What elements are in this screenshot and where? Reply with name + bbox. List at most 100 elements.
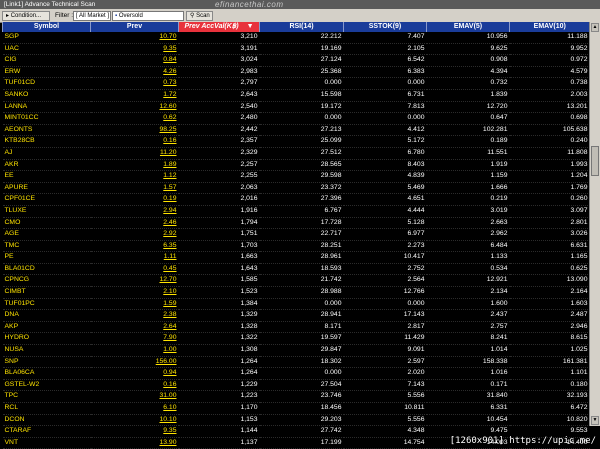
cell-symbol[interactable]: ERW bbox=[2, 66, 91, 79]
cell-symbol[interactable]: LANNA bbox=[2, 101, 91, 114]
cell-symbol[interactable]: AKR bbox=[2, 159, 91, 172]
cell-symbol[interactable]: GSTEL-W2 bbox=[2, 379, 91, 392]
table-row[interactable]: RCL 6.10 1,170 18.456 10.811 6.331 6.472 bbox=[2, 402, 590, 415]
table-row[interactable]: BLA06CA 0.94 1,264 0.000 2.020 1.016 1.101 bbox=[2, 367, 590, 380]
cell-symbol[interactable]: KTB28CB bbox=[2, 135, 91, 148]
cell-prev[interactable]: 1.12 bbox=[90, 170, 179, 183]
cell-symbol[interactable]: CMO bbox=[2, 217, 91, 230]
table-row[interactable]: KTB28CB 0.16 2,357 25.099 5.172 0.189 0.240 bbox=[2, 135, 590, 148]
table-row[interactable]: AGE 2.92 1,751 22.717 6.977 2.962 3.026 bbox=[2, 228, 590, 241]
table-row[interactable]: SNP 156.00 1,264 18.302 2.597 158.338 161.381 bbox=[2, 356, 590, 369]
cell-prev[interactable]: 98.25 bbox=[90, 124, 179, 137]
header-emav5[interactable]: EMAV(5) bbox=[426, 22, 510, 32]
cell-symbol[interactable]: BLA06CA bbox=[2, 367, 91, 380]
filter-market-select[interactable]: [ All Market ] bbox=[73, 11, 111, 21]
cell-symbol[interactable]: UAC bbox=[2, 43, 91, 56]
cell-symbol[interactable]: RCL bbox=[2, 402, 91, 415]
cell-symbol[interactable]: CPNCG bbox=[2, 274, 91, 288]
table-row[interactable]: TUF01CD 0.73 2,797 0.000 0.000 0.732 0.738 bbox=[2, 77, 590, 90]
table-row[interactable]: EE 1.12 2,255 29.598 4.839 1.159 1.204 bbox=[2, 170, 590, 183]
table-row[interactable]: CIMBT 2.10 1,523 28.988 12.766 2.134 2.164 bbox=[2, 286, 590, 299]
table-row[interactable]: PE 1.11 1,663 28.961 10.417 1.133 1.165 bbox=[2, 251, 590, 264]
cell-symbol[interactable]: PE bbox=[2, 251, 91, 264]
table-row[interactable]: SGP 10.70 3,210 22.212 7.407 10.956 11.188 bbox=[2, 32, 590, 44]
cell-prev[interactable]: 1.89 bbox=[90, 159, 179, 172]
cell-symbol[interactable]: DNA bbox=[2, 309, 91, 322]
cell-symbol[interactable]: TUF01CD bbox=[2, 77, 91, 90]
cell-symbol[interactable]: TUF01PC bbox=[2, 298, 91, 311]
cell-symbol[interactable]: DCON bbox=[2, 414, 91, 427]
table-row[interactable]: DNA 2.38 1,329 28.941 17.143 2.437 2.487 bbox=[2, 309, 590, 322]
table-row[interactable]: UAC 9.35 3,191 19.169 2.105 9.625 9.952 bbox=[2, 43, 590, 56]
cell-prev[interactable]: 2.94 bbox=[90, 205, 179, 218]
vertical-scrollbar[interactable]: ▲ ▼ bbox=[589, 22, 600, 426]
cell-prev[interactable]: 0.45 bbox=[90, 263, 179, 276]
table-row[interactable]: CPNCG 12.70 1,585 21.742 2.564 12.921 13.090 bbox=[2, 274, 590, 288]
cell-prev[interactable]: 0.73 bbox=[90, 77, 179, 90]
cell-prev[interactable]: 0.94 bbox=[90, 367, 179, 380]
table-row[interactable]: TMC 6.35 1,703 28.251 2.273 6.484 6.631 bbox=[2, 240, 590, 253]
cell-prev[interactable]: 4.26 bbox=[90, 66, 179, 79]
header-prev[interactable]: Prev bbox=[90, 22, 179, 32]
cell-prev[interactable]: 2.46 bbox=[90, 217, 179, 230]
scan-button[interactable]: ⚲ Scan bbox=[186, 11, 213, 21]
scroll-up-icon[interactable]: ▲ bbox=[591, 23, 599, 32]
cell-prev[interactable]: 2.38 bbox=[90, 309, 179, 322]
cell-prev[interactable]: 10.70 bbox=[90, 32, 179, 44]
table-row[interactable]: AKR 1.89 2,257 28.565 8.403 1.919 1.993 bbox=[2, 159, 590, 172]
cell-prev[interactable]: 11.20 bbox=[90, 147, 179, 160]
cell-prev[interactable]: 0.19 bbox=[90, 193, 179, 206]
table-row[interactable]: TUF01PC 1.59 1,384 0.000 0.000 1.600 1.603 bbox=[2, 298, 590, 311]
table-row[interactable]: TLUXE 2.94 1,916 6.767 4.444 3.019 3.097 bbox=[2, 205, 590, 218]
cell-prev[interactable]: 0.16 bbox=[90, 379, 179, 392]
table-row[interactable]: APURE 1.57 2,063 23.372 5.469 1.666 1.769 bbox=[2, 182, 590, 195]
condition-button[interactable]: ▸ Condition... bbox=[2, 11, 50, 21]
cell-prev[interactable]: 2.10 bbox=[90, 286, 179, 299]
table-row[interactable]: AJ 11.20 2,329 27.512 6.780 11.551 11.808 bbox=[2, 147, 590, 160]
cell-prev[interactable]: 2.64 bbox=[90, 321, 179, 334]
cell-prev[interactable]: 12.60 bbox=[90, 101, 179, 114]
table-row[interactable]: DCON 10.10 1,153 29.203 5.556 10.454 10.820 bbox=[2, 414, 590, 427]
cell-symbol[interactable]: AKP bbox=[2, 321, 91, 334]
scroll-down-icon[interactable]: ▼ bbox=[591, 416, 599, 425]
cell-prev[interactable]: 1.72 bbox=[90, 89, 179, 102]
cell-prev[interactable]: 13.90 bbox=[90, 437, 179, 449]
cell-prev[interactable]: 1.57 bbox=[90, 182, 179, 195]
table-row[interactable]: ERW 4.26 2,983 25.368 6.383 4.394 4.579 bbox=[2, 66, 590, 79]
cell-prev[interactable]: 2.92 bbox=[90, 228, 179, 241]
cell-prev[interactable]: 156.00 bbox=[90, 356, 179, 369]
table-row[interactable]: NUSA 1.00 1,308 29.847 9.091 1.014 1.025 bbox=[2, 344, 590, 357]
cell-symbol[interactable]: EE bbox=[2, 170, 91, 183]
cell-symbol[interactable]: AEONTS bbox=[2, 124, 91, 137]
cell-prev[interactable]: 9.35 bbox=[90, 43, 179, 56]
table-row[interactable]: CIG 0.84 3,024 27.124 6.542 0.908 0.972 bbox=[2, 54, 590, 67]
cell-symbol[interactable]: HYDRO bbox=[2, 332, 91, 346]
cell-symbol[interactable]: BLA01CD bbox=[2, 263, 91, 276]
table-row[interactable]: HYDRO 7.90 1,322 19.597 11.429 8.241 8.615 bbox=[2, 332, 590, 346]
cell-symbol[interactable]: TMC bbox=[2, 240, 91, 253]
table-row[interactable]: CMO 2.46 1,794 17.728 5.128 2.663 2.801 bbox=[2, 217, 590, 230]
cell-prev[interactable]: 0.16 bbox=[90, 135, 179, 148]
cell-symbol[interactable]: SANKO bbox=[2, 89, 91, 102]
cell-symbol[interactable]: VNT bbox=[2, 437, 91, 449]
cell-symbol[interactable]: AJ bbox=[2, 147, 91, 160]
cell-symbol[interactable]: CTARAF bbox=[2, 425, 91, 438]
cell-prev[interactable]: 1.59 bbox=[90, 298, 179, 311]
cell-prev[interactable]: 10.10 bbox=[90, 414, 179, 427]
cell-symbol[interactable]: CPF01CE bbox=[2, 193, 91, 206]
cell-prev[interactable]: 31.00 bbox=[90, 390, 179, 403]
cell-prev[interactable]: 6.10 bbox=[90, 402, 179, 415]
table-row[interactable]: CPF01CE 0.19 2,016 27.396 4.651 0.219 0.260 bbox=[2, 193, 590, 206]
cell-prev[interactable]: 7.90 bbox=[90, 332, 179, 346]
cell-symbol[interactable]: CIMBT bbox=[2, 286, 91, 299]
cell-prev[interactable]: 1.11 bbox=[90, 251, 179, 264]
scan-type-select[interactable]: ▪ Oversold bbox=[112, 11, 184, 21]
header-symbol[interactable]: Symbol bbox=[2, 22, 91, 32]
cell-prev[interactable]: 12.70 bbox=[90, 274, 179, 288]
header-rsi14[interactable]: RSI(14) bbox=[259, 22, 344, 32]
table-row[interactable]: BLA01CD 0.45 1,643 18.593 2.752 0.534 0.625 bbox=[2, 263, 590, 276]
cell-symbol[interactable]: TLUXE bbox=[2, 205, 91, 218]
header-prev-accval[interactable]: Prev AccVal(K฿) ▼ bbox=[178, 22, 260, 32]
header-sstok9[interactable]: SSTOK(9) bbox=[343, 22, 427, 32]
table-row[interactable]: GSTEL-W2 0.16 1,229 27.504 7.143 0.171 0.180 bbox=[2, 379, 590, 392]
